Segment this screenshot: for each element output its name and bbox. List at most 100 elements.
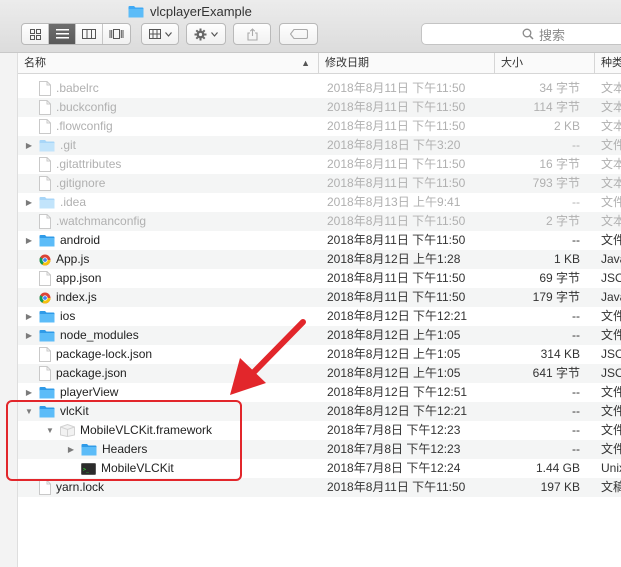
file-date: 2018年8月13日 上午9:41 [327,195,461,209]
file-row[interactable]: .gitignore 2018年8月11日 下午11:50 793 字节 文本 [18,174,621,193]
file-size: 69 字节 [539,271,580,285]
column-header: 名称 ▲ 修改日期 大小 种类 [18,53,621,74]
file-row[interactable]: package.json 2018年8月12日 上午1:05 641 字节 JSO [18,364,621,383]
file-date: 2018年8月11日 下午11:50 [327,81,466,95]
action-button[interactable] [186,23,226,45]
file-kind: 文件 [601,138,621,152]
column-header-name[interactable]: 名称 ▲ [18,53,319,74]
document-icon [39,100,51,115]
file-row[interactable]: App.js 2018年8月12日 上午1:28 1 KB Java [18,250,621,269]
file-row[interactable]: ▶ .idea 2018年8月13日 上午9:41 -- 文件 [18,193,621,212]
file-name: .babelrc [56,81,99,95]
file-name-cell: ▶ android [24,231,100,250]
file-size: 179 字节 [532,290,580,304]
tag-button[interactable] [279,23,318,45]
file-row[interactable]: ▶ node_modules 2018年8月12日 上午1:05 -- 文件 [18,326,621,345]
file-date: 2018年8月12日 上午1:05 [327,366,461,380]
file-size: 793 字节 [532,176,580,190]
file-date: 2018年8月12日 下午12:21 [327,309,468,323]
column-header-date[interactable]: 修改日期 [319,53,495,74]
icon-view-icon [29,28,41,40]
folder-icon [39,140,55,152]
file-kind: JSO [601,347,621,361]
arrange-grid-icon [148,29,161,39]
disclosure-triangle-collapsed-icon[interactable]: ▶ [24,231,34,250]
file-name-cell: .watchmanconfig [24,212,146,231]
window-title-text: vlcplayerExample [150,3,252,19]
folder-icon [39,387,55,399]
sort-ascending-icon: ▲ [301,58,310,68]
file-row[interactable]: ▶ android 2018年8月11日 下午11:50 -- 文件 [18,231,621,250]
column-header-date-label: 修改日期 [325,57,369,69]
document-icon [39,176,51,191]
file-kind: 文本 [601,81,621,95]
folder-icon [39,330,55,342]
file-row[interactable]: app.json 2018年8月11日 下午11:50 69 字节 JSO [18,269,621,288]
file-row[interactable]: index.js 2018年8月11日 下午11:50 179 字节 Java [18,288,621,307]
chrome-document-icon [39,254,51,265]
window-title: vlcplayerExample [128,2,252,20]
file-kind: 文本 [601,100,621,114]
file-name-cell: package.json [24,364,127,383]
view-mode-control [21,23,131,45]
file-name-cell: .gitattributes [24,155,121,174]
file-row[interactable]: .babelrc 2018年8月11日 下午11:50 34 字节 文本 [18,79,621,98]
file-kind: JSO [601,271,621,285]
document-icon [39,347,51,362]
disclosure-triangle-collapsed-icon[interactable]: ▶ [24,307,34,326]
file-row[interactable]: ▶ .git 2018年8月18日 下午3:20 -- 文件 [18,136,621,155]
file-name: android [60,233,101,247]
file-name: .buckconfig [56,100,117,114]
document-icon [39,81,51,96]
list-view-button[interactable] [49,24,76,44]
share-button[interactable] [233,23,271,45]
file-row[interactable]: ▶ ios 2018年8月12日 下午12:21 -- 文件 [18,307,621,326]
folder-icon [39,235,55,247]
cover-flow-button[interactable] [103,24,130,44]
file-row[interactable]: .gitattributes 2018年8月11日 下午11:50 16 字节 文本 [18,155,621,174]
window-toolbar: vlcplayerExample 搜索 [0,0,621,53]
file-name-cell: app.json [24,269,101,288]
file-kind: 文本 [601,119,621,133]
disclosure-triangle-collapsed-icon[interactable]: ▶ [24,193,34,212]
file-name: .flowconfig [56,119,113,133]
file-size: 1.44 GB [535,461,580,475]
column-header-size[interactable]: 大小 [495,53,595,74]
icon-view-button[interactable] [22,24,49,44]
file-name: .idea [60,195,87,209]
file-name: .git [60,138,77,152]
folder-icon [128,5,144,17]
file-size: 2 KB [553,119,580,133]
disclosure-triangle-collapsed-icon[interactable]: ▶ [24,326,34,345]
file-date: 2018年7月8日 下午12:23 [327,442,461,456]
file-kind: 文件 [601,328,621,342]
file-size: -- [572,309,580,323]
search-field[interactable]: 搜索 [421,23,621,45]
arrange-button[interactable] [141,23,179,45]
file-date: 2018年8月11日 下午11:50 [327,480,466,494]
column-view-button[interactable] [76,24,103,44]
column-header-size-label: 大小 [501,57,523,69]
file-row[interactable]: .watchmanconfig 2018年8月11日 下午11:50 2 字节 文本 [18,212,621,231]
annotation-highlight-box [6,400,242,481]
file-date: 2018年8月11日 下午11:50 [327,100,466,114]
file-date: 2018年8月11日 下午11:50 [327,271,466,285]
disclosure-triangle-collapsed-icon[interactable]: ▶ [24,136,34,155]
file-row[interactable]: .flowconfig 2018年8月11日 下午11:50 2 KB 文本 [18,117,621,136]
file-size: 2 字节 [545,214,580,228]
column-header-kind[interactable]: 种类 [595,53,621,74]
document-icon [39,214,51,229]
chevron-down-icon [211,31,218,37]
file-date: 2018年8月12日 下午12:51 [327,385,468,399]
file-row[interactable]: .buckconfig 2018年8月11日 下午11:50 114 字节 文本 [18,98,621,117]
file-name: package-lock.json [56,347,153,361]
file-row[interactable]: package-lock.json 2018年8月12日 上午1:05 314 KB… [18,345,621,364]
search-icon [522,28,534,40]
